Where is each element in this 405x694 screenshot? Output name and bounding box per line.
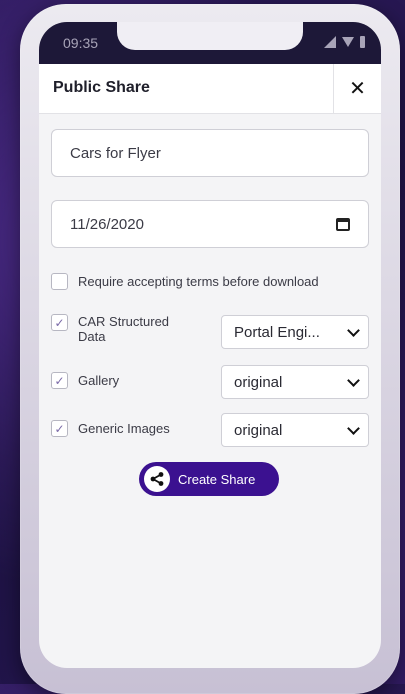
chevron-down-icon	[347, 373, 360, 387]
generic-images-select-value: original	[234, 421, 283, 439]
terms-label: Require accepting terms before download	[78, 274, 319, 289]
check-icon: ✓	[54, 421, 65, 436]
create-share-label: Create Share	[178, 471, 256, 487]
notch	[117, 22, 303, 50]
phone-frame: 09:35 Public Share ✕ Cars for Flyer 11/2…	[20, 4, 400, 694]
generic-images-select[interactable]: original	[221, 413, 369, 447]
car-data-label: CAR Structured Data	[78, 314, 170, 344]
gallery-select-value: original	[234, 373, 283, 391]
status-bar: 09:35	[39, 22, 381, 64]
share-icon	[144, 466, 170, 492]
phone-screen: 09:35 Public Share ✕ Cars for Flyer 11/2…	[39, 22, 381, 668]
terms-checkbox[interactable]	[51, 273, 68, 290]
generic-images-checkbox[interactable]: ✓	[51, 420, 68, 437]
option-row-generic-images: ✓ Generic Images	[51, 420, 170, 437]
expiry-date-input[interactable]: 11/26/2020	[51, 200, 369, 248]
create-share-button[interactable]: Create Share	[139, 462, 279, 496]
chevron-down-icon	[347, 421, 360, 435]
share-name-input[interactable]: Cars for Flyer	[51, 129, 369, 177]
gallery-checkbox[interactable]: ✓	[51, 372, 68, 389]
battery-icon	[360, 36, 365, 48]
check-icon: ✓	[54, 373, 65, 388]
generic-images-label: Generic Images	[78, 421, 170, 436]
calendar-icon[interactable]	[336, 217, 350, 231]
status-icons	[324, 36, 365, 48]
check-icon: ✓	[54, 315, 65, 330]
share-name-value: Cars for Flyer	[70, 144, 161, 162]
option-row-gallery: ✓ Gallery	[51, 372, 119, 389]
modal-header: Public Share ✕	[39, 64, 381, 114]
gallery-select[interactable]: original	[221, 365, 369, 399]
status-time: 09:35	[63, 35, 99, 51]
expiry-date-value: 11/26/2020	[70, 215, 144, 233]
close-button[interactable]: ✕	[333, 64, 381, 113]
wifi-icon	[342, 37, 354, 47]
car-data-select[interactable]: Portal Engi...	[221, 315, 369, 349]
car-data-checkbox[interactable]: ✓	[51, 314, 68, 331]
option-row-car-data: ✓ CAR Structured Data	[51, 314, 188, 344]
car-data-select-value: Portal Engi...	[234, 323, 320, 341]
page-title: Public Share	[53, 79, 150, 96]
close-icon: ✕	[349, 78, 366, 100]
gallery-label: Gallery	[78, 373, 120, 388]
chevron-down-icon	[347, 323, 360, 337]
terms-row: Require accepting terms before download	[51, 273, 319, 290]
signal-icon	[324, 36, 336, 48]
